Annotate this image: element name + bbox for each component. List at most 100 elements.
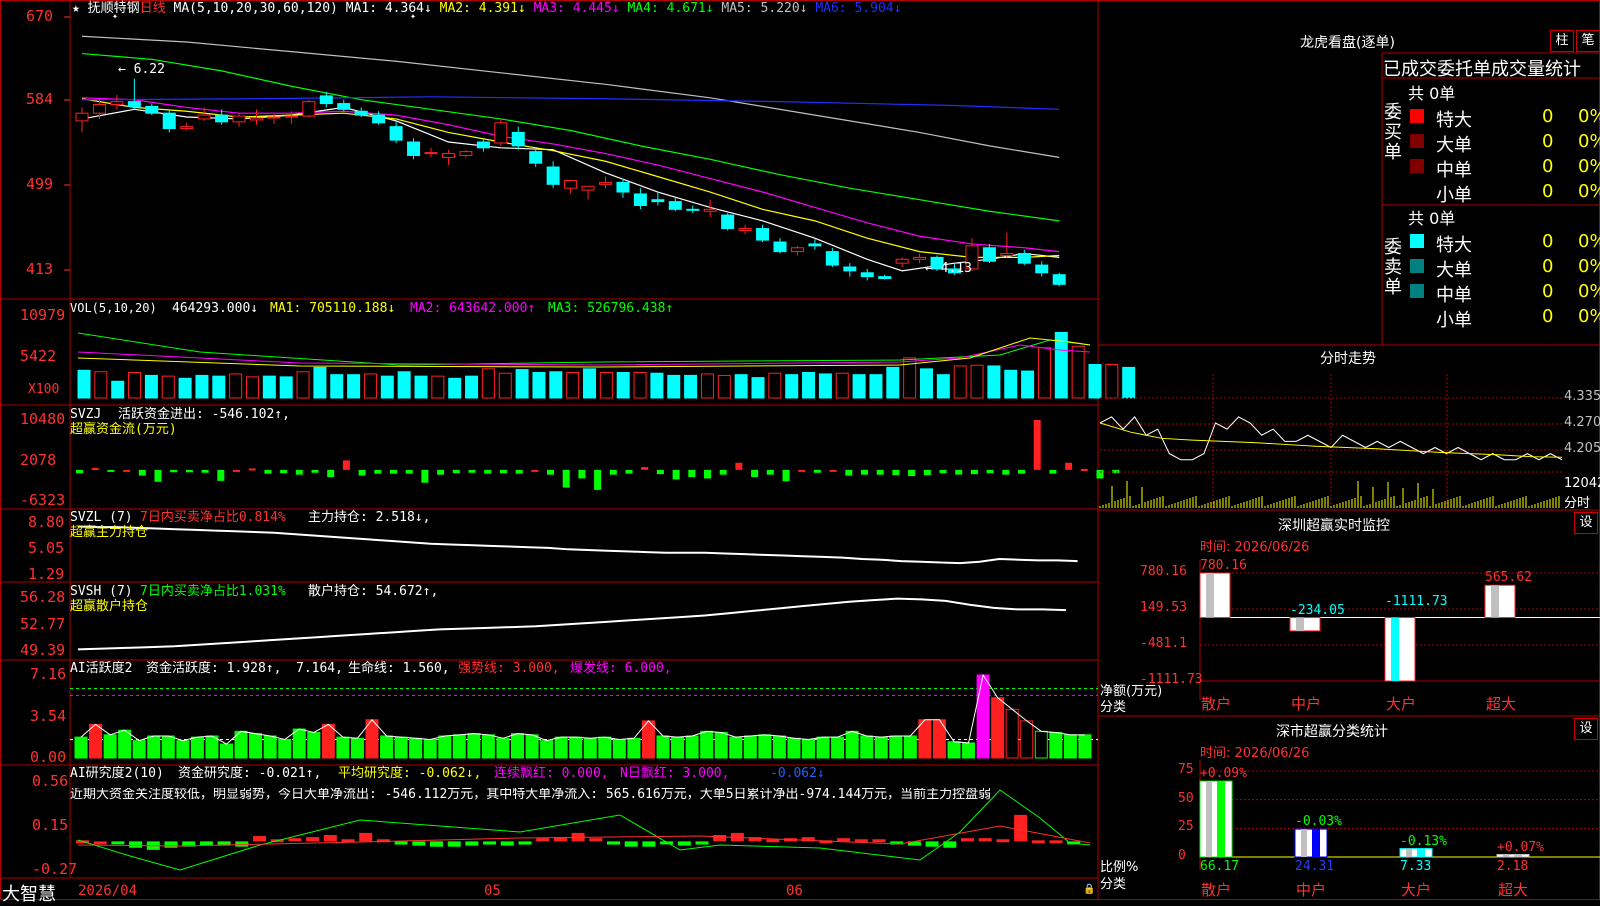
candle-body [110,101,124,106]
activity-bar [176,740,190,759]
volume-bar [700,373,714,399]
flow-bar [625,469,633,474]
class-category: 散户 [1201,881,1232,899]
activity-bar [263,735,277,759]
ma-value-1: MA1: 4.364↓ [345,1,440,16]
star-icon[interactable]: ★ [72,1,80,16]
candle-body [703,208,717,212]
monitor-category: 大户 [1386,695,1417,713]
candle-body [651,199,665,203]
research-bar [394,841,408,845]
research-bar [447,841,461,847]
order-name: 中单 [1436,285,1472,306]
order-count: 0 [1542,106,1554,127]
class-settings-button[interactable]: 设 [1574,718,1598,740]
flow-bar [201,469,209,473]
ma-line-MA2 [81,98,1060,258]
class-y-tick: 50 [1178,790,1194,806]
volume-bar [785,374,799,399]
order-pct: 0% [1578,281,1600,302]
svsh-y-tick: 56.28 [20,588,66,606]
volume-bar [313,366,327,399]
volume-bar [549,371,563,399]
class-bar [1294,828,1328,858]
flow-bar [735,462,743,470]
flow-bar [986,469,994,474]
flow-bar [405,469,413,474]
research-bar [412,841,426,846]
order-pct: 0% [1578,106,1600,127]
monitor-y-tick: 149.53 [1140,600,1187,615]
ai2-a: 资金研究度: -0.021↑, [178,766,322,781]
research-bar [536,838,550,842]
activity-bar [671,736,685,759]
flow-bar [170,469,178,473]
tab-volume-stats[interactable]: 成交量统计 [1491,55,1581,81]
class-bar-shade [1514,854,1522,857]
price-y-tick: 413 [26,260,54,278]
monitor-bar [1484,584,1516,619]
order-count: 0 [1542,256,1554,277]
research-bar [359,832,373,842]
svzj-y-tick: 2078 [20,451,57,469]
monitor-bar-shade [1491,585,1499,618]
flow-bar [1033,420,1041,470]
candle-body [319,95,333,105]
tab-orders[interactable]: 委托单 [1437,55,1491,81]
ai1-d: 强势线: 3.000, [458,661,560,676]
monitor-settings-button[interactable]: 设 [1574,512,1598,534]
flow-bar [123,469,131,472]
tab-traded[interactable]: 已成交 [1383,55,1437,81]
candle-body [337,103,351,110]
flow-bar [1049,469,1057,474]
monitor-value: 565.62 [1485,570,1532,586]
volume-bar [818,373,832,399]
period-label[interactable]: 日线 [140,1,166,16]
ai1-a: 资金活跃度: 1.928↑, [146,661,282,676]
research-bar [306,837,320,842]
flow-bar [562,469,570,488]
trading-terminal: ★ 抚顺特钢日线 MA(5,10,20,30,60,120) MA1: 4.36… [0,0,1600,905]
activity-bar [743,735,757,759]
order-count: 0 [1542,181,1554,202]
candle-body [1052,274,1066,285]
order-swatch [1410,284,1424,298]
lock-icon[interactable]: 🔒 [1083,884,1095,895]
class-bar [1496,854,1530,858]
ma-values: MA1: 4.364↓ MA2: 4.391↓ MA3: 4.445↓ MA4:… [346,1,902,16]
research-bar [1014,814,1028,842]
order-pct: 0% [1578,131,1600,152]
research-bar [624,841,638,847]
volume-bar [363,373,377,399]
class-bar [1199,780,1233,858]
activity-bar [1034,730,1048,759]
flow-bar [782,469,790,482]
monitor-bar [1199,572,1231,619]
volume-bar [734,374,748,399]
activity-bar [947,741,961,759]
activity-bar [103,734,117,759]
zhu-button[interactable]: 柱 [1550,30,1574,52]
candle-body [372,114,386,124]
candle-body [756,228,770,241]
activity-bar [831,736,845,759]
candle-body [825,251,839,266]
flow-bar [861,469,868,475]
svzl-hold: 主力持仓: 2.518↓, [308,510,431,525]
activity-bar [656,735,670,759]
bi-button[interactable]: 笔 [1576,30,1600,52]
volume-bar [852,374,866,399]
vol-ma1: MA1: 705110.188↓ [270,301,396,316]
volume-bar [1037,347,1051,399]
volume-bar [397,371,411,399]
candle-body [790,247,804,253]
volume-bar [953,365,967,399]
activity-bar [350,737,364,759]
volume-bar [886,366,900,399]
class-category: 超大 [1498,881,1529,899]
candle-body [982,247,996,262]
ai1-c: 生命线: 1.560, [348,661,450,676]
ai2-d: N日飘红: 3.000, [620,766,730,781]
activity-bar [190,736,204,759]
monitor-value: 780.16 [1200,558,1247,573]
